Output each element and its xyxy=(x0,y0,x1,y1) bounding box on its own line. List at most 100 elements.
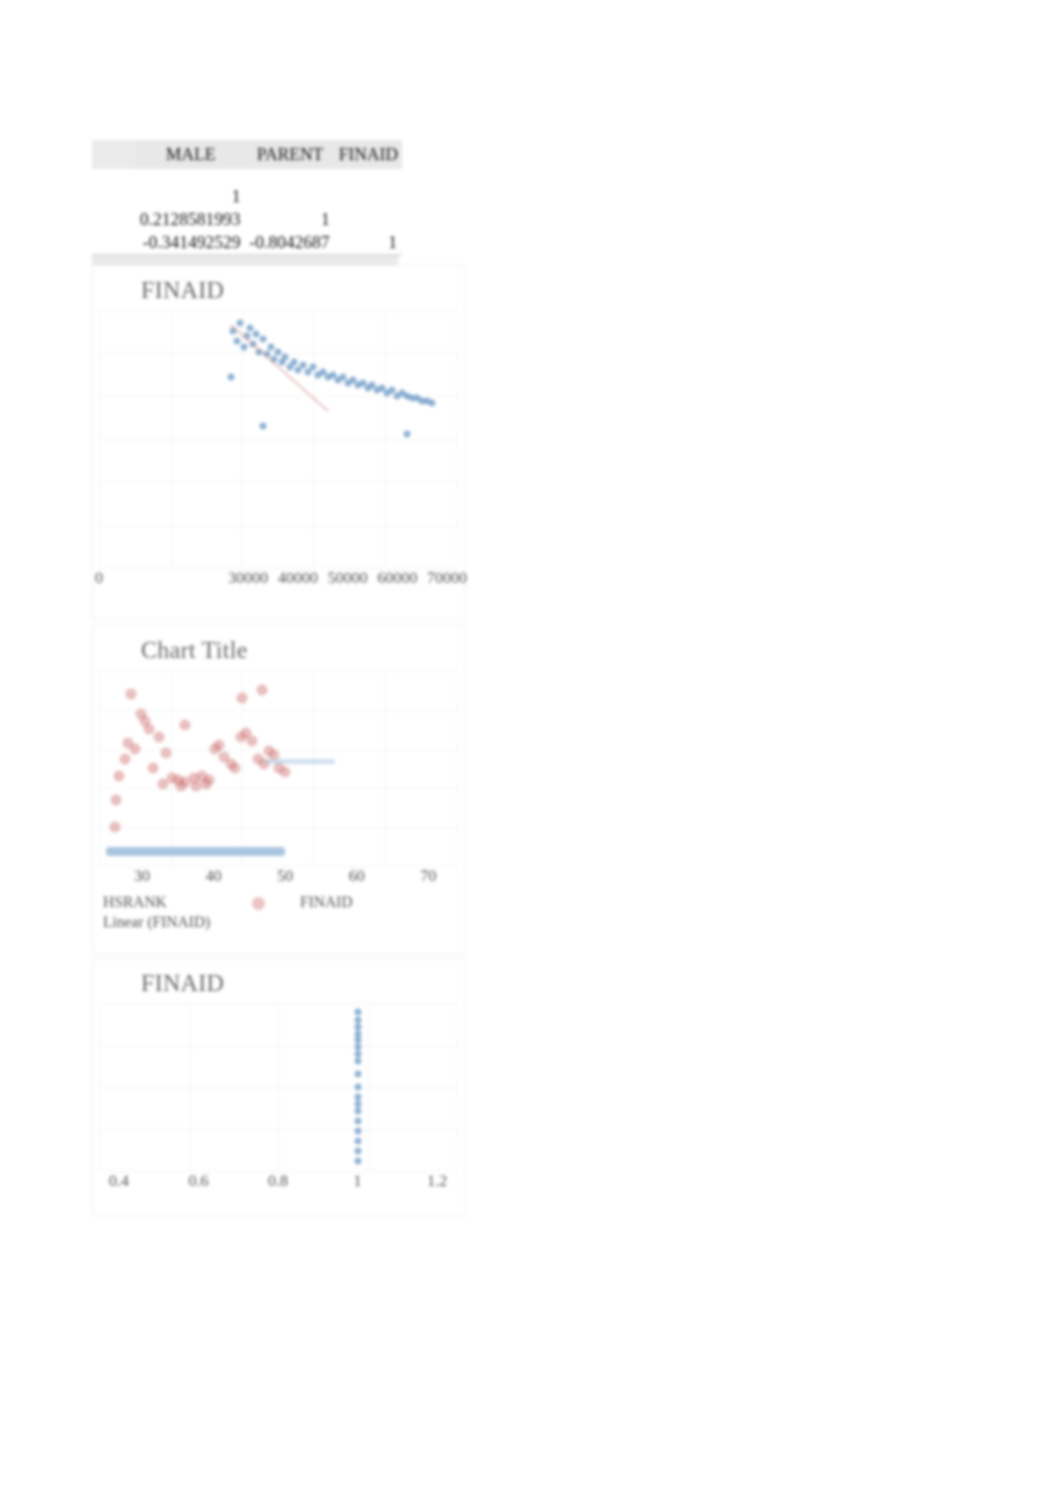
chart-finaid-vs-male[interactable]: FINAID 0.4 0.6 0.8 1 1.2 xyxy=(92,958,466,1216)
chart3-plot-area xyxy=(99,1003,458,1173)
legend-item-linear-finaid[interactable]: Linear (FINAID) xyxy=(103,914,210,932)
legend-item-hsrank[interactable]: HSRANK xyxy=(103,894,167,912)
gridline-horizontal xyxy=(99,787,457,789)
scatter-point xyxy=(281,353,289,361)
gridline-horizontal xyxy=(99,482,457,484)
scatter-point xyxy=(200,778,212,790)
table-corner-cell xyxy=(92,140,136,169)
table-row: 0.2128581993 1 xyxy=(92,208,402,231)
chart2-x-axis-labels: 30 40 50 60 70 xyxy=(99,866,457,892)
cell-finaid-parent: -0.8042687 xyxy=(245,231,335,256)
scatter-point xyxy=(110,794,122,806)
column-header-male: MALE xyxy=(135,140,246,169)
scatter-point xyxy=(227,373,235,381)
gridline-horizontal xyxy=(99,748,457,750)
scatter-point xyxy=(274,348,282,356)
cell-parent-finaid xyxy=(335,208,402,231)
scatter-point xyxy=(175,780,187,792)
scatter-point xyxy=(403,430,411,438)
scatter-point xyxy=(354,1008,362,1016)
chart2-title: Chart Title xyxy=(141,638,248,664)
x-axis-tick-label: 1.2 xyxy=(427,1173,448,1191)
gridline-vertical xyxy=(170,310,172,569)
spacer-cell xyxy=(136,169,246,185)
gridline-horizontal xyxy=(99,1129,457,1131)
gridline-vertical xyxy=(188,1003,190,1172)
scatter-point xyxy=(309,363,317,371)
x-axis-tick-label: 70 xyxy=(420,868,437,886)
scatter-point xyxy=(157,778,169,790)
x-axis-tick-label: 0 xyxy=(95,570,103,588)
scatter-point xyxy=(147,762,159,774)
chart2-legend: HSRANK FINAID Linear (FINAID) xyxy=(97,894,457,938)
cell-male-finaid xyxy=(335,185,402,208)
scatter-point xyxy=(229,762,241,774)
scatter-point xyxy=(290,358,298,366)
x-axis-tick-label: 0.8 xyxy=(268,1173,288,1191)
x-axis-tick-label: 60 xyxy=(348,868,365,886)
table-row: -0.341492529 -0.8042687 1 xyxy=(92,231,402,256)
hsrank-series-band xyxy=(106,846,286,856)
scatter-point xyxy=(354,1127,362,1135)
gridline-horizontal xyxy=(99,1087,457,1089)
scatter-point xyxy=(153,731,165,743)
row-label-parent xyxy=(92,208,136,231)
chart-hsrank-finaid[interactable]: Chart Title 30 40 50 60 70 HSRANK FINAID Lin… xyxy=(92,625,466,955)
chart2-plot-area xyxy=(99,670,458,868)
table-spacer-row xyxy=(92,169,402,185)
gridline-vertical xyxy=(99,670,100,867)
gridline-vertical xyxy=(385,670,387,867)
scatter-point xyxy=(259,422,267,430)
x-axis-tick-label: 0.4 xyxy=(108,1173,129,1191)
scatter-point xyxy=(240,343,248,350)
scatter-point xyxy=(252,330,260,338)
scatter-point xyxy=(354,1057,362,1064)
x-axis-tick-label: 60000 xyxy=(377,570,418,588)
gridline-horizontal xyxy=(99,439,457,441)
scatter-point xyxy=(354,1117,362,1125)
chart1-plot-area xyxy=(99,310,458,570)
gridline-horizontal xyxy=(99,827,457,829)
gridline-horizontal xyxy=(99,310,457,312)
scatter-point xyxy=(259,335,267,343)
scatter-point xyxy=(109,821,121,833)
row-label-finaid xyxy=(92,231,136,256)
gridline-vertical xyxy=(313,670,315,867)
cell-finaid-male: -0.341492529 xyxy=(135,231,246,256)
scatter-point xyxy=(354,1147,362,1155)
scatter-point xyxy=(160,747,172,759)
table-row: 1 xyxy=(92,185,402,208)
table-header-row: MALE PARENT FINAID xyxy=(92,140,402,169)
scatter-point xyxy=(354,1083,362,1091)
x-axis-tick-label: 50 xyxy=(277,868,294,886)
scatter-point xyxy=(256,684,268,696)
chart-finaid-vs-parent[interactable]: FINAID 0 30000 40000 50000 60000 70000 xyxy=(92,265,467,620)
spacer-cell xyxy=(92,169,136,185)
chart3-gridlines xyxy=(99,1003,458,1173)
scatter-point xyxy=(236,319,244,327)
x-axis-tick-label: 40 xyxy=(205,868,222,886)
correlation-matrix-table: MALE PARENT FINAID 1 0.2128581993 1 -0.3… xyxy=(92,140,402,256)
gridline-vertical xyxy=(385,310,387,569)
scatter-point xyxy=(113,770,125,782)
gridline-vertical xyxy=(367,1003,369,1172)
cell-parent-male: 0.2128581993 xyxy=(139,209,241,229)
gridline-vertical xyxy=(457,310,458,569)
gridline-horizontal xyxy=(99,1003,457,1005)
gridline-vertical xyxy=(313,310,315,569)
scatter-point xyxy=(279,766,291,778)
scatter-point xyxy=(428,399,436,407)
scatter-point xyxy=(354,1070,362,1078)
cell-male-parent xyxy=(245,185,334,208)
gridline-horizontal xyxy=(99,709,457,711)
legend-item-finaid[interactable]: FINAID xyxy=(300,894,353,912)
gridline-vertical xyxy=(99,1003,100,1172)
x-axis-tick-label: 30 xyxy=(133,868,150,886)
cell-finaid-finaid: 1 xyxy=(334,231,402,256)
scatter-point xyxy=(267,343,275,350)
gridline-vertical xyxy=(99,310,100,569)
gridline-vertical xyxy=(278,1003,279,1172)
scatter-point xyxy=(354,1107,362,1115)
spacer-cell xyxy=(335,169,402,185)
gridline-horizontal xyxy=(99,670,457,672)
